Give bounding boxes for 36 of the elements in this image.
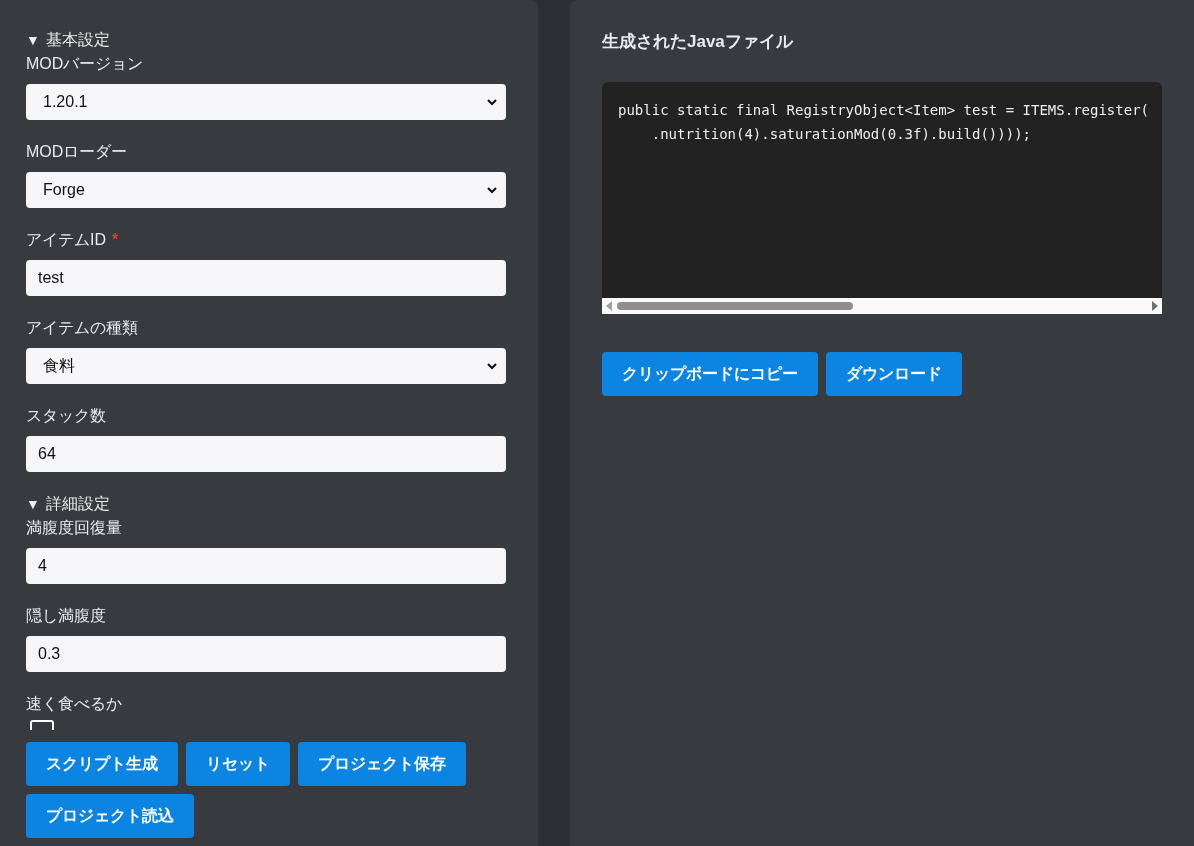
section-title[interactable]: 詳細設定 [45, 494, 110, 514]
right-arrow-icon[interactable] [1151, 301, 1159, 311]
action-button[interactable]: リセット [186, 742, 290, 786]
select-field[interactable]: 1.20.1 [26, 84, 506, 120]
action-button[interactable]: ダウンロード [826, 352, 962, 396]
field-label: スタック数 [26, 406, 106, 426]
code-line: public static final RegistryObject<Item> test = ITEMS.register( [618, 102, 1149, 118]
panel-title: 生成されたJavaファイル [602, 31, 795, 53]
code-line: .nutrition(4).saturationMod(0.3f).build()))); [650, 125, 1031, 142]
action-button[interactable]: プロジェクト保存 [298, 742, 466, 786]
select-field[interactable]: Forge [26, 172, 506, 208]
field-label: MODバージョン [26, 54, 144, 74]
left-arrow-icon[interactable] [605, 301, 613, 311]
chevron-down-icon [487, 186, 497, 194]
action-button[interactable]: クリップボードにコピー [602, 352, 818, 396]
field-label: MODローダー [26, 142, 128, 162]
select-field[interactable]: 食料 [26, 348, 506, 384]
action-button[interactable]: スクリプト生成 [26, 742, 178, 786]
field-label: アイテムID [26, 230, 106, 250]
chevron-down-icon [487, 98, 497, 106]
horizontal-scrollbar[interactable] [602, 298, 1162, 314]
field-label: 隠し満腹度 [26, 606, 106, 626]
field-label: 速く食べるか [26, 694, 122, 714]
field-label: 満腹度回復量 [26, 518, 122, 538]
input-field[interactable]: test [26, 260, 506, 296]
field-label: アイテムの種類 [26, 318, 138, 338]
chevron-down-icon [487, 362, 497, 370]
section-title[interactable]: 基本設定 [45, 30, 110, 50]
input-field[interactable]: 4 [26, 548, 506, 584]
expand-marker[interactable]: ▼ [26, 494, 40, 514]
expand-marker[interactable]: ▼ [26, 30, 40, 50]
input-field[interactable]: 64 [26, 436, 506, 472]
action-button[interactable]: プロジェクト読込 [26, 794, 194, 838]
required-mark: * [112, 230, 119, 250]
input-field[interactable]: 0.3 [26, 636, 506, 672]
scroll-thumb[interactable] [617, 302, 853, 310]
